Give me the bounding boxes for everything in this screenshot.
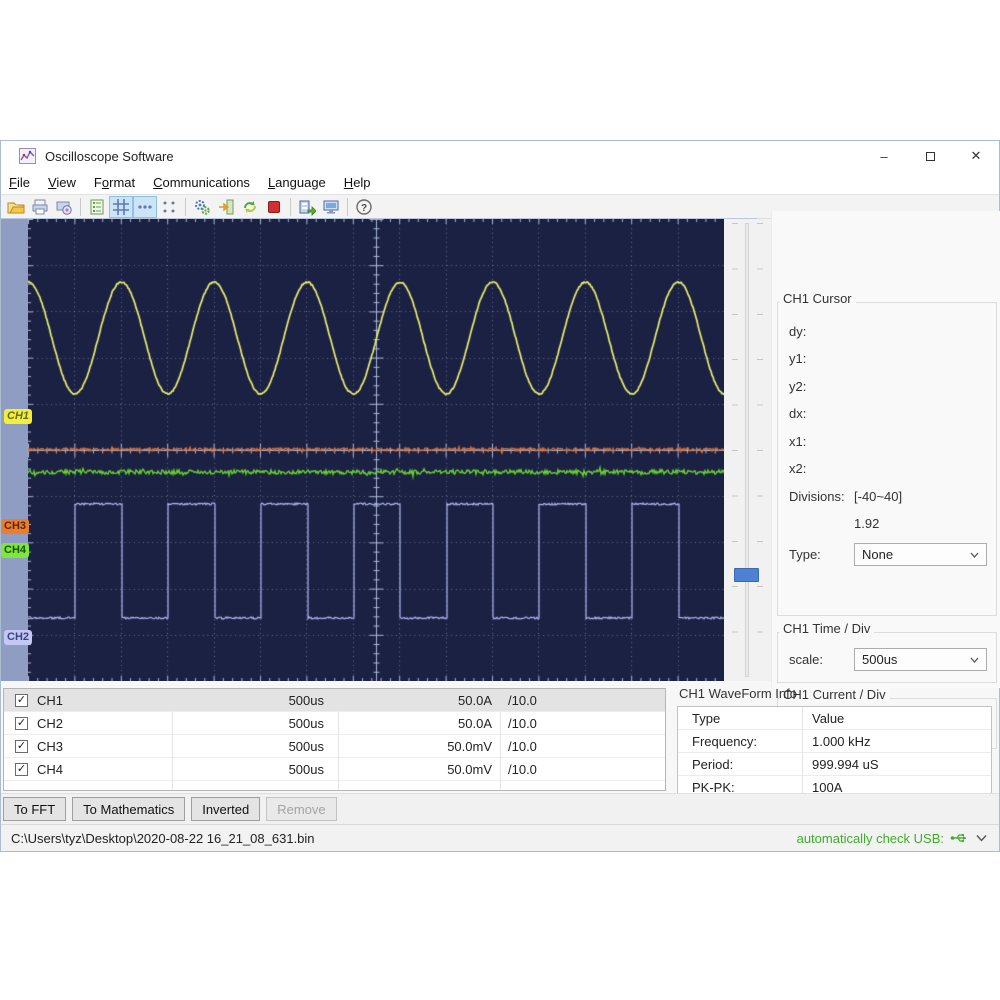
device-monitor-icon[interactable]: [319, 196, 343, 218]
toolbar-separator: [347, 198, 348, 216]
dots-icon[interactable]: [133, 196, 157, 218]
info-row-frequency: Frequency: 1.000 kHz: [678, 730, 991, 753]
cursor-type-label: Type:: [789, 547, 821, 562]
ch4-checkbox[interactable]: ✓: [15, 763, 28, 776]
info-row-period: Period: 999.994 uS: [678, 753, 991, 776]
time-scale-label: scale:: [789, 652, 823, 667]
menu-communications[interactable]: Communications: [144, 173, 259, 192]
info-header-row: Type Value: [678, 707, 991, 730]
cursor-dy-label: dy:: [789, 324, 806, 339]
table-row[interactable]: ✓ CH1 500us 50.0A /10.0: [4, 689, 665, 712]
channel-list-icon[interactable]: [85, 196, 109, 218]
slider-track[interactable]: [745, 223, 749, 677]
channel-gutter: CH1 CH3 CH4 CH2: [1, 219, 28, 681]
cursor-type-select[interactable]: None: [854, 543, 987, 566]
usb-status-text: automatically check USB:: [797, 831, 944, 846]
waveform-info-title: CH1 WaveForm Info: [679, 686, 797, 701]
table-row[interactable]: ✓ CH3 500us 50.0mV /10.0: [4, 735, 665, 758]
close-button[interactable]: ✕: [953, 141, 999, 171]
stop-icon[interactable]: [262, 196, 286, 218]
channel-tag-ch1[interactable]: CH1: [4, 409, 32, 424]
usb-chevron-down-icon[interactable]: [976, 834, 987, 842]
slider-ticks: [757, 223, 763, 677]
app-window: Oscilloscope Software – ✕ File View Form…: [0, 140, 1000, 852]
remove-button: Remove: [266, 797, 336, 821]
cursor-groupbox: [777, 302, 997, 616]
app-icon: [19, 148, 36, 164]
menu-bar: File View Format Communications Language…: [1, 171, 999, 194]
menu-language[interactable]: Language: [259, 173, 335, 192]
maximize-button[interactable]: [907, 141, 953, 171]
channel-tag-ch3[interactable]: CH3: [1, 519, 29, 534]
action-button-row: To FFT To Mathematics Inverted Remove: [1, 793, 999, 824]
print-settings-icon[interactable]: [52, 196, 76, 218]
chevron-down-icon: [970, 657, 979, 663]
cursor-x2-label: x2:: [789, 461, 806, 476]
menu-help[interactable]: Help: [335, 173, 380, 192]
table-row[interactable]: ✓ CH4 500us 50.0mV /10.0: [4, 758, 665, 781]
table-row[interactable]: ✓ CH2 500us 50.0A /10.0: [4, 712, 665, 735]
divisions-range: [-40~40]: [854, 489, 902, 504]
channel-table: ✓ CH1 500us 50.0A /10.0 ✓ CH2 500us 50.0…: [3, 688, 666, 791]
menu-format[interactable]: Format: [85, 173, 144, 192]
divisions-value: 1.92: [854, 516, 879, 531]
time-scale-select[interactable]: 500us: [854, 648, 987, 671]
window-title: Oscilloscope Software: [45, 149, 174, 164]
status-bar: C:\Users\tyz\Desktop\2020-08-22 16_21_08…: [1, 824, 999, 851]
channel-tag-ch4[interactable]: CH4: [1, 543, 29, 558]
cursor-y2-label: y2:: [789, 379, 806, 394]
file-path: C:\Users\tyz\Desktop\2020-08-22 16_21_08…: [11, 831, 315, 846]
scatter-icon[interactable]: [157, 196, 181, 218]
to-fft-button[interactable]: To FFT: [3, 797, 66, 821]
usb-icon: [950, 832, 970, 844]
toolbar-separator: [80, 198, 81, 216]
cursor-x1-label: x1:: [789, 434, 806, 449]
help-icon[interactable]: ?: [352, 196, 376, 218]
table-row-empty: [4, 781, 665, 790]
divisions-label: Divisions:: [789, 489, 845, 504]
chevron-down-icon: [970, 552, 979, 558]
inverted-button[interactable]: Inverted: [191, 797, 260, 821]
svg-text:?: ?: [361, 203, 367, 214]
toolbar-separator: [185, 198, 186, 216]
ch3-checkbox[interactable]: ✓: [15, 740, 28, 753]
scope-canvas: [28, 219, 724, 681]
right-panel: CH1 Cursor dy: y1: y2: dx: x1: x2: Divis…: [771, 211, 1000, 688]
screen: Oscilloscope Software – ✕ File View Form…: [0, 0, 1000, 1000]
export-data-icon[interactable]: [295, 196, 319, 218]
ch2-checkbox[interactable]: ✓: [15, 717, 28, 730]
import-icon[interactable]: [214, 196, 238, 218]
open-folder-icon[interactable]: [4, 196, 28, 218]
ch1-checkbox[interactable]: ✓: [15, 694, 28, 707]
title-bar: Oscilloscope Software – ✕: [1, 141, 999, 171]
minimize-button[interactable]: –: [861, 141, 907, 171]
time-div-title: CH1 Time / Div: [779, 621, 874, 636]
cursor-panel-title: CH1 Cursor: [779, 291, 856, 306]
settings-gears-icon[interactable]: [190, 196, 214, 218]
waveform-info-table: Type Value Frequency: 1.000 kHz Period: …: [677, 706, 992, 804]
refresh-icon[interactable]: [238, 196, 262, 218]
to-mathematics-button[interactable]: To Mathematics: [72, 797, 185, 821]
cursor-y1-label: y1:: [789, 351, 806, 366]
cursor-dx-label: dx:: [789, 406, 806, 421]
slider-ticks: [732, 223, 738, 677]
menu-view[interactable]: View: [39, 173, 85, 192]
grid-icon[interactable]: [109, 196, 133, 218]
toolbar-separator: [290, 198, 291, 216]
trigger-slider-zone: [724, 219, 771, 681]
maximize-icon: [926, 152, 935, 161]
menu-file[interactable]: File: [1, 173, 39, 192]
channel-tag-ch2[interactable]: CH2: [4, 630, 32, 645]
print-icon[interactable]: [28, 196, 52, 218]
trigger-slider-handle[interactable]: [734, 568, 759, 582]
